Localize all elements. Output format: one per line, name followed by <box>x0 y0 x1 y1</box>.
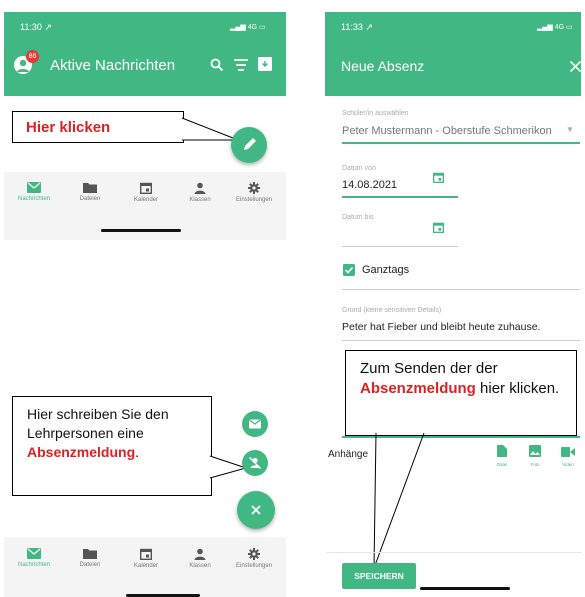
status-network: ▂▄▆ 4G ▭ <box>537 24 573 31</box>
callout-speichern: Zum Senden der der Absenzmeldung hier kl… <box>345 350 577 436</box>
mail-icon <box>249 419 261 429</box>
page-title: Neue Absenz <box>341 58 425 74</box>
mail-icon <box>27 182 41 193</box>
callout-absenzmeldung: Hier schreiben Sie den Lehrpersonen eine… <box>12 396 212 496</box>
battery-icon: ▭ <box>258 24 266 31</box>
attach-video-button[interactable]: Video <box>560 444 576 467</box>
filter-icon[interactable] <box>234 59 248 71</box>
tab-kalender[interactable]: Kalender <box>118 182 174 203</box>
student-select[interactable]: Peter Mustermann - Oberstufe Schmerikon <box>342 125 552 137</box>
tab-dateien[interactable]: Dateien <box>62 182 118 202</box>
fullday-checkbox[interactable] <box>343 264 355 276</box>
reason-input[interactable]: Peter hat Fieber und bleibt heute zuhaus… <box>342 321 540 333</box>
tab-klassen[interactable]: Klassen <box>172 548 228 569</box>
mail-icon <box>27 548 41 559</box>
close-icon[interactable] <box>570 61 581 72</box>
tab-bar: Nachrichten Dateien Kalender Klassen Ein… <box>4 172 286 240</box>
chevron-down-icon[interactable]: ▼ <box>566 125 574 134</box>
signal-icon: ▂▄▆ <box>230 24 246 31</box>
fullday-label: Ganztags <box>362 264 410 276</box>
tab-einstellungen[interactable]: Einstellungen <box>226 548 282 569</box>
folder-icon <box>83 549 97 559</box>
date-to-underline <box>342 246 458 247</box>
callout-hier-klicken: Hier klicken <box>12 111 184 143</box>
compose-button[interactable] <box>231 127 267 163</box>
tab-kalender[interactable]: Kalender <box>118 548 174 569</box>
tab-nachrichten[interactable]: Nachrichten <box>6 182 62 202</box>
calendar-icon[interactable] <box>433 172 444 183</box>
left-app-header: 11:30 ↗ ▂▄▆ 4G ▭ 86 Aktive Nachrichten <box>4 12 286 96</box>
battery-icon: ▭ <box>565 24 573 31</box>
signal-icon: ▂▄▆ <box>537 24 553 31</box>
student-select-label: Schüler/in auswählen <box>342 110 409 117</box>
search-icon[interactable] <box>210 58 224 72</box>
divider <box>342 289 580 290</box>
home-indicator <box>101 229 181 232</box>
callout-text: Hier schreiben Sie den Lehrpersonen eine <box>27 406 169 441</box>
student-select-underline <box>342 142 580 144</box>
status-network: ▂▄▆ 4G ▭ <box>230 24 266 31</box>
callout-text: Zum Senden der der <box>360 360 498 377</box>
callout-highlight: Absenzmeldung <box>27 444 136 460</box>
gear-icon <box>248 548 260 560</box>
tab-einstellungen[interactable]: Einstellungen <box>226 182 282 203</box>
reason-underline <box>342 340 580 341</box>
tab-dateien[interactable]: Dateien <box>62 548 118 568</box>
image-icon <box>529 445 541 457</box>
new-message-button[interactable] <box>242 411 268 437</box>
calendar-icon <box>140 182 152 194</box>
callout-pointer <box>373 432 425 569</box>
person-icon <box>194 548 206 560</box>
archive-icon[interactable] <box>258 57 272 71</box>
callout-highlight: Absenzmeldung <box>360 380 476 397</box>
person-icon <box>194 182 206 194</box>
tab-bar: Nachrichten Dateien Kalender Klassen Ein… <box>4 537 286 597</box>
attach-photo-button[interactable]: Foto <box>528 444 542 467</box>
calendar-icon[interactable] <box>433 222 444 233</box>
close-fab-button[interactable] <box>237 491 275 529</box>
gear-icon <box>248 182 260 194</box>
status-time: 11:33 ↗ <box>341 22 373 32</box>
new-absence-button[interactable] <box>242 450 268 476</box>
tab-klassen[interactable]: Klassen <box>172 182 228 203</box>
save-button[interactable]: SPEICHERN <box>342 563 416 589</box>
file-icon <box>497 445 507 457</box>
date-from-input[interactable]: 14.08.2021 <box>342 179 397 191</box>
attach-file-button[interactable]: Datei <box>495 444 509 467</box>
attachments-label: Anhänge <box>328 449 369 460</box>
tab-nachrichten[interactable]: Nachrichten <box>6 548 62 568</box>
reason-label: Grund (keine sensitiven Details) <box>342 307 442 314</box>
right-app-header: 11:33 ↗ ▂▄▆ 4G ▭ Neue Absenz <box>325 12 581 96</box>
date-from-underline <box>342 196 458 198</box>
divider <box>326 552 582 553</box>
date-from-label: Datum von <box>342 165 376 172</box>
video-icon <box>561 447 575 457</box>
calendar-icon <box>140 548 152 560</box>
folder-icon <box>83 183 97 193</box>
status-time: 11:30 ↗ <box>20 22 52 32</box>
date-to-label: Datum bis <box>342 214 374 221</box>
person-off-icon <box>249 457 261 469</box>
home-indicator <box>420 587 510 590</box>
notification-badge: 86 <box>26 50 39 63</box>
close-icon <box>251 505 261 515</box>
page-title: Aktive Nachrichten <box>50 57 176 74</box>
pencil-icon <box>244 138 256 150</box>
